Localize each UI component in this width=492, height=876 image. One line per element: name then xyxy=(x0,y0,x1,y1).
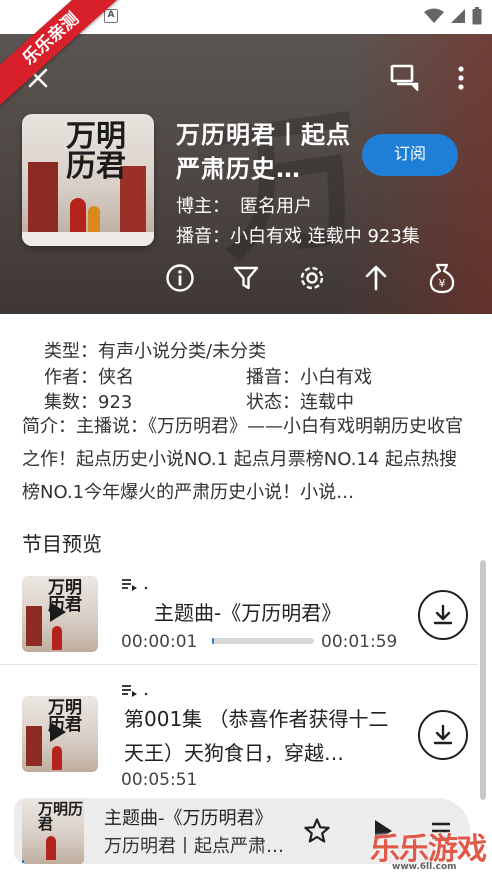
player-thumbnail[interactable]: 万明历君 xyxy=(22,798,84,864)
svg-text:¥: ¥ xyxy=(439,277,446,290)
episode-item[interactable]: 万明历君 主题曲-《万历明君》 00:00:01 00:01:59 xyxy=(0,566,478,664)
album-description[interactable]: 简介：主播说：《万历明君》——小白有戏明朝历史收官之作！起点历史小说NO.1 起… xyxy=(22,410,472,509)
status-icons xyxy=(424,7,482,25)
narrator-value: 小白有戏 xyxy=(300,367,372,388)
money-bag-icon: ¥ xyxy=(429,263,455,294)
blogger-value: 匿名用户 xyxy=(240,196,312,217)
download-icon xyxy=(433,724,453,745)
type-label: 类型： xyxy=(44,341,98,362)
download-button[interactable] xyxy=(418,710,468,760)
type-value: 有声小说分类/未分类 xyxy=(98,341,267,362)
play-icon xyxy=(50,722,66,742)
broadcast-line: 播音：小白有戏 连载中 923集 xyxy=(176,222,420,248)
player-progress-fill xyxy=(22,860,24,863)
arrow-up-icon xyxy=(365,265,387,291)
episode-item[interactable]: 万明历君 第001集 （恭喜作者获得十二天王）天狗食日，穿越… 00:05:51 xyxy=(0,676,478,794)
comments-icon xyxy=(390,64,419,91)
episode-thumbnail[interactable]: 万明历君 xyxy=(22,696,98,772)
player-track-title: 主题曲-《万历明君》 xyxy=(104,808,273,829)
episode-title: 第001集 （恭喜作者获得十二天王）天狗食日，穿越… xyxy=(124,707,389,765)
filter-button[interactable] xyxy=(224,256,268,300)
episode-progress-fill xyxy=(212,638,215,644)
scroll-top-button[interactable] xyxy=(354,256,398,300)
more-vert-icon xyxy=(458,66,464,90)
subscribe-button[interactable]: 订阅 xyxy=(362,134,458,176)
author-value: 侠名 xyxy=(98,367,134,388)
author-row: 作者：侠名 xyxy=(44,363,134,389)
album-action-bar: ¥ xyxy=(158,256,478,300)
episode-played-time: 00:05:51 xyxy=(121,770,198,790)
play-icon xyxy=(50,602,66,622)
comments-button[interactable] xyxy=(386,58,424,96)
episode-thumbnail[interactable]: 万明历君 xyxy=(22,576,98,652)
episode-played-time: 00:00:01 xyxy=(121,632,198,652)
section-title-preview: 节目预览 xyxy=(22,532,102,556)
broadcast-label: 播音： xyxy=(176,226,230,247)
list-divider xyxy=(0,664,478,665)
episode-title: 主题曲-《万历明君》 xyxy=(154,601,342,625)
broadcast-value: 小白有戏 连载中 923集 xyxy=(230,226,420,247)
player-thumbnail-art: 万明历君 xyxy=(38,800,84,833)
album-header: 万 万明历君 万历明君丨起点严肃历史… 博主： 匿名用户 播音：小白有戏 连载中 … xyxy=(0,34,492,314)
signal-icon xyxy=(451,9,465,23)
list-scrollbar[interactable] xyxy=(480,560,486,800)
download-button[interactable] xyxy=(418,590,468,640)
playlist-icon xyxy=(122,579,148,591)
album-title: 万历明君丨起点严肃历史… xyxy=(176,121,351,183)
blogger-line: 博主： 匿名用户 xyxy=(176,192,312,218)
favorite-button[interactable] xyxy=(298,812,336,850)
episode-progress-bar[interactable] xyxy=(212,638,314,644)
album-cover: 万明历君 xyxy=(22,114,154,246)
narrator-row: 播音：小白有戏 xyxy=(246,363,372,389)
site-watermark: 乐乐游戏 www.6ll.com xyxy=(370,824,492,876)
filter-icon xyxy=(233,266,259,290)
download-icon xyxy=(433,604,453,625)
cover-title-art: 万明历君 xyxy=(66,119,126,184)
star-icon xyxy=(304,818,330,843)
author-label: 作者： xyxy=(44,367,98,388)
playlist-icon xyxy=(122,685,148,697)
reward-button[interactable]: ¥ xyxy=(420,256,464,300)
battery-icon xyxy=(472,7,482,25)
narrator-label: 播音： xyxy=(246,367,300,388)
info-button[interactable] xyxy=(158,256,202,300)
wifi-icon xyxy=(424,8,444,23)
episode-duration: 00:01:59 xyxy=(321,632,398,652)
app-notification-icon: A xyxy=(104,9,118,23)
settings-button[interactable] xyxy=(290,256,334,300)
settings-icon xyxy=(300,266,324,290)
watermark-url: www.6ll.com xyxy=(392,862,457,872)
more-options-button[interactable] xyxy=(446,60,476,96)
type-row: 类型：有声小说分类/未分类 xyxy=(44,337,266,363)
blogger-label: 博主： xyxy=(176,196,230,217)
player-album-title: 万历明君丨起点严肃… xyxy=(104,836,284,857)
info-icon xyxy=(166,264,194,292)
